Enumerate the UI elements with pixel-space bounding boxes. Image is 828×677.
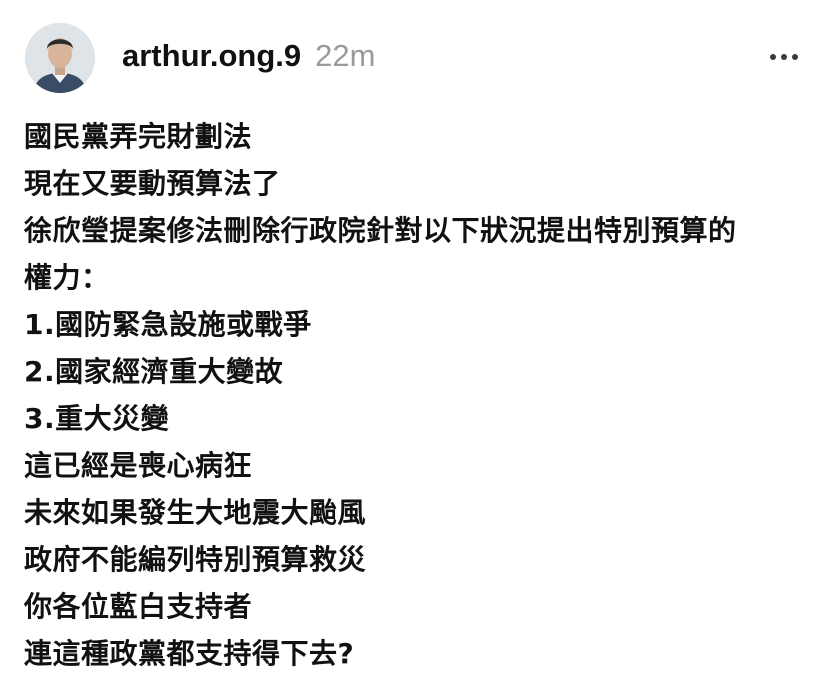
post-line: 3.重大災變 xyxy=(24,402,170,435)
post-line: 連這種政黨都支持得下去? xyxy=(24,637,355,670)
more-horizontal-icon xyxy=(781,54,787,60)
post-line: 你各位藍白支持者 xyxy=(24,590,253,623)
post-timestamp: 22m xyxy=(315,38,376,73)
post-line: 1.國防緊急設施或戰爭 xyxy=(24,308,312,341)
username-link[interactable]: arthur.ong.9 xyxy=(122,38,301,74)
post-line: 現在又要動預算法了 xyxy=(24,167,281,200)
post-header: arthur.ong.9 22m xyxy=(122,38,375,78)
avatar[interactable] xyxy=(25,23,95,93)
post-line: 2.國家經濟重大變故 xyxy=(24,355,284,388)
profile-photo-icon xyxy=(25,23,95,93)
post-body: 國民黨弄完財劃法 現在又要動預算法了 徐欣瑩提案修法刪除行政院針對以下狀況提出特… xyxy=(24,113,814,677)
more-horizontal-icon xyxy=(792,54,798,60)
post-line: 國民黨弄完財劃法 xyxy=(24,120,253,153)
thread-post: arthur.ong.9 22m 國民黨弄完財劃法 現在又要動預算法了 徐欣瑩提… xyxy=(0,0,828,670)
more-horizontal-icon xyxy=(770,54,776,60)
post-line: 權力： xyxy=(24,261,110,294)
post-line: 未來如果發生大地震大颱風 xyxy=(24,496,367,529)
post-line: 徐欣瑩提案修法刪除行政院針對以下狀況提出特別預算的 xyxy=(24,214,737,247)
post-line: 政府不能編列特別預算救災 xyxy=(24,543,367,576)
post-line: 這已經是喪心病狂 xyxy=(24,449,253,482)
more-options-button[interactable] xyxy=(766,44,802,70)
